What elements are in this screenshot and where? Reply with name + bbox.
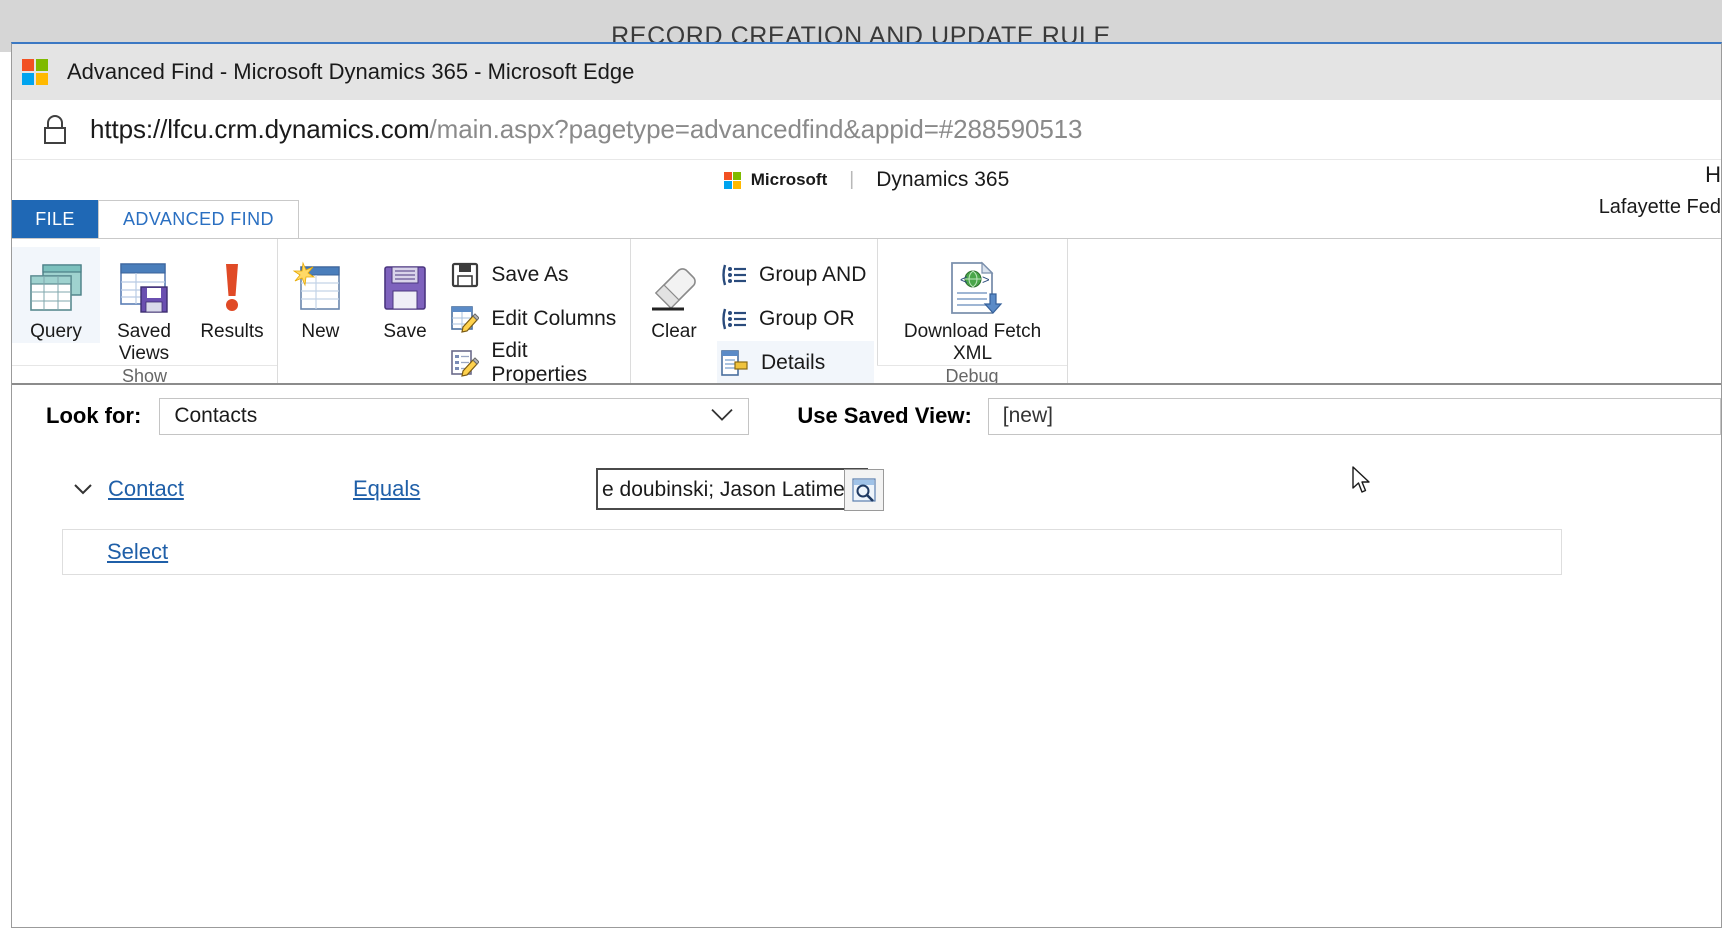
save-button-label: Save <box>383 321 427 342</box>
view-small-buttons: Save As Edit Columns Edit Properties <box>447 247 630 386</box>
ribbon: FILE ADVANCED FIND Query Saved Views Res… <box>12 200 1721 406</box>
save-as-floppy-icon <box>451 261 479 289</box>
edit-properties-button[interactable]: Edit Properties <box>447 339 630 386</box>
url-path: /main.aspx?pagetype=advancedfind&appid=#… <box>429 114 1083 144</box>
criteria-operator-label: Equals <box>353 476 421 501</box>
edit-columns-button[interactable]: Edit Columns <box>447 297 630 341</box>
edge-browser-window: Advanced Find - Microsoft Dynamics 365 -… <box>11 42 1722 928</box>
new-button[interactable]: New <box>278 247 363 343</box>
ribbon-filler <box>1067 239 1721 383</box>
select-link[interactable]: Select <box>107 539 168 565</box>
look-for-select[interactable]: Contacts <box>159 397 750 435</box>
saved-views-button[interactable]: Saved Views <box>100 247 188 365</box>
download-fetch-xml-button[interactable]: < > Download Fetch XML <box>893 247 1053 365</box>
brand-separator: | <box>849 169 855 190</box>
group-or-button-label: Group OR <box>759 307 855 330</box>
query-button[interactable]: Query <box>12 247 100 343</box>
group-or-icon <box>721 307 747 331</box>
ribbon-group-query-items: Clear Group AND Group OR Details <box>630 239 877 385</box>
dynamics-brand[interactable]: Microsoft | Dynamics 365 <box>723 168 1010 192</box>
criteria-operator-link[interactable]: Equals <box>353 476 596 502</box>
microsoft-logo-icon <box>22 59 48 85</box>
look-for-value: Contacts <box>174 404 258 427</box>
ribbon-group-view-items: New Save Save As Edit Columns Edit Prope… <box>277 239 630 386</box>
criteria-value-part-b: Jason Latimer <box>719 478 852 502</box>
saved-views-icon <box>115 257 173 319</box>
look-for-row: Look for: Contacts Use Saved View: [new] <box>12 385 1721 447</box>
window-title: Advanced Find - Microsoft Dynamics 365 -… <box>67 59 635 84</box>
eraser-icon <box>644 257 704 319</box>
browser-title-bar: Advanced Find - Microsoft Dynamics 365 -… <box>12 44 1721 100</box>
save-floppy-icon <box>377 257 433 319</box>
group-and-button[interactable]: Group AND <box>717 253 874 297</box>
edit-columns-button-label: Edit Columns <box>491 307 617 330</box>
svg-text:>: > <box>982 272 990 287</box>
microsoft-logo-icon <box>723 171 741 189</box>
criteria-field-label: Contact <box>108 476 184 501</box>
details-icon <box>721 350 749 376</box>
group-and-button-label: Group AND <box>759 263 867 286</box>
ribbon-group-query: Clear Group AND Group OR Details <box>630 239 877 406</box>
saved-views-button-label: Saved Views <box>117 321 171 364</box>
ribbon-group-view: New Save Save As Edit Columns Edit Prope… <box>277 239 630 406</box>
lock-icon <box>42 114 68 145</box>
group-and-icon <box>721 263 747 287</box>
results-button[interactable]: Results <box>188 247 276 343</box>
use-saved-view-select[interactable]: [new] <box>987 397 1721 435</box>
clear-button[interactable]: Clear <box>631 247 717 343</box>
microsoft-wordmark: Microsoft <box>750 170 828 189</box>
chevron-down-icon <box>710 408 734 422</box>
select-row[interactable]: Select <box>62 529 1562 575</box>
save-as-button[interactable]: Save As <box>447 253 630 297</box>
url-scheme: https:// <box>90 114 168 144</box>
url-text[interactable]: https://lfcu.crm.dynamics.com/main.aspx?… <box>90 114 1083 145</box>
advanced-find-canvas: Look for: Contacts Use Saved View: [new] <box>12 383 1721 927</box>
details-button-label: Details <box>761 351 826 374</box>
tab-file[interactable]: FILE <box>12 200 98 238</box>
svg-text:<: < <box>960 272 968 287</box>
criteria-field-link[interactable]: Contact <box>108 476 353 502</box>
criteria-row: Contact Equals e doubinski; Jason Latime… <box>12 461 1721 517</box>
product-name: Dynamics 365 <box>876 168 1010 191</box>
criteria-value-text[interactable]: e doubinski; Jason Latimer <box>598 476 855 502</box>
new-query-icon <box>291 257 349 319</box>
criteria-value-part-a: e doubinski <box>602 478 709 502</box>
tab-advanced-find[interactable]: ADVANCED FIND <box>98 200 299 238</box>
edit-columns-icon <box>451 305 480 333</box>
edit-properties-button-label: Edit Properties <box>491 339 588 386</box>
ribbon-group-show-items: Query Saved Views Results <box>12 239 277 365</box>
url-host: lfcu.crm.dynamics.com <box>167 114 430 144</box>
ribbon-tab-strip: FILE ADVANCED FIND <box>12 200 1721 238</box>
query-button-label: Query <box>30 321 82 342</box>
lookup-search-icon[interactable] <box>844 469 884 511</box>
results-button-label: Results <box>200 321 264 342</box>
dynamics-nav-bar: Microsoft | Dynamics 365 H Lafayette Fed <box>12 160 1721 218</box>
save-as-button-label: Save As <box>491 263 569 286</box>
query-small-buttons: Group AND Group OR Details <box>717 247 875 385</box>
nav-right-line1: H <box>1705 162 1721 187</box>
look-for-label: Look for: <box>46 403 142 428</box>
use-saved-view-label: Use Saved View: <box>797 403 972 428</box>
group-or-button[interactable]: Group OR <box>717 297 874 341</box>
new-button-label: New <box>301 321 340 342</box>
download-fetch-xml-icon: < > <box>942 257 1004 319</box>
address-bar[interactable]: https://lfcu.crm.dynamics.com/main.aspx?… <box>12 100 1721 160</box>
edit-properties-icon <box>451 349 480 377</box>
download-fetch-xml-button-label: Download Fetch XML <box>903 321 1042 364</box>
results-exclamation-icon <box>212 257 252 319</box>
query-grid-icon <box>27 257 85 319</box>
criteria-value-separator: ; <box>708 478 720 501</box>
chevron-down-icon[interactable] <box>70 476 96 502</box>
ribbon-group-debug-items: < > Download Fetch XML <box>877 239 1067 365</box>
ribbon-group-show: Query Saved Views Results Show <box>12 239 277 386</box>
ribbon-group-debug: < > Download Fetch XML Debug <box>877 239 1067 386</box>
screen-root: RECORD CREATION AND UPDATE RULE Advanced… <box>0 0 1722 928</box>
use-saved-view-value: [new] <box>1002 404 1053 427</box>
mouse-pointer-icon <box>1352 466 1374 496</box>
ribbon-body: Query Saved Views Results Show New Save … <box>12 238 1721 406</box>
details-button[interactable]: Details <box>717 341 875 385</box>
criteria-value-lookup[interactable]: e doubinski; Jason Latimer <box>596 468 884 511</box>
save-button[interactable]: Save <box>363 247 448 343</box>
clear-button-label: Clear <box>651 321 697 342</box>
